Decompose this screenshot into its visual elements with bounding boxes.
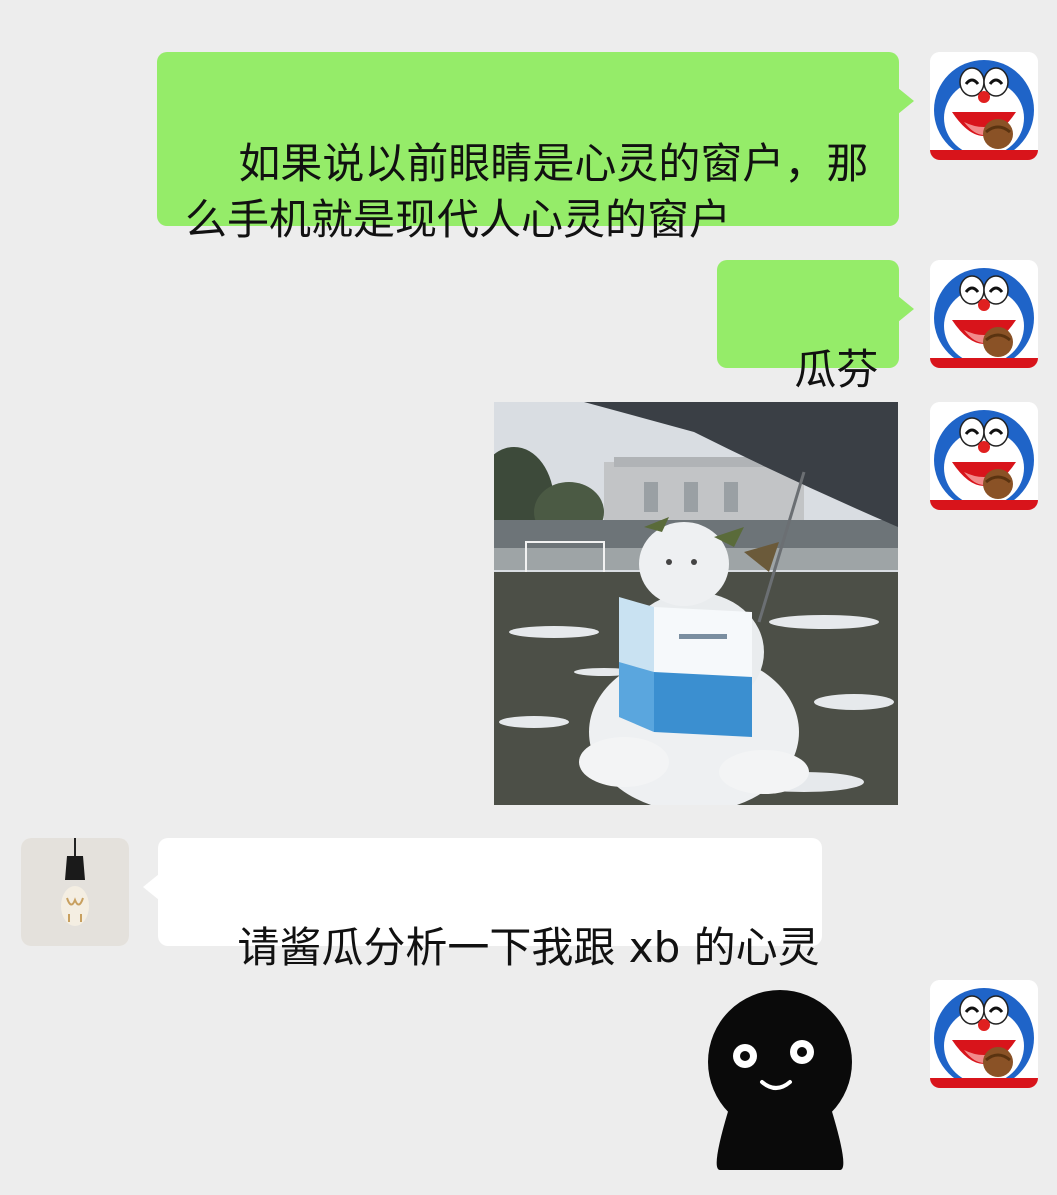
doraemon-icon [930, 402, 1038, 510]
avatar-contact[interactable] [21, 838, 129, 946]
black-blob-smiling-sticker [708, 990, 852, 1170]
snowman-reading-book-photo [494, 402, 898, 805]
lamp-icon [21, 838, 129, 946]
message-bubble-outgoing[interactable]: 瓜芬奇 [717, 260, 914, 450]
doraemon-icon [930, 980, 1038, 1088]
message-text: 如果说以前眼睛是心灵的窗户，那 么手机就是现代人心灵的窗户 [185, 139, 869, 244]
message-text: 请酱瓜分析一下我跟 xb 的心灵 [237, 923, 820, 972]
message-bubble-incoming[interactable]: 请酱瓜分析一下我跟 xb 的心灵 [143, 838, 822, 972]
chat-area: 如果说以前眼睛是心灵的窗户，那 么手机就是现代人心灵的窗户 瓜芬奇 [0, 0, 1057, 1195]
avatar-self[interactable] [930, 402, 1038, 510]
message-bubble-outgoing[interactable]: 如果说以前眼睛是心灵的窗户，那 么手机就是现代人心灵的窗户 [157, 52, 914, 244]
message-image[interactable] [494, 402, 898, 805]
message-sticker[interactable] [690, 990, 870, 1170]
avatar-self[interactable] [930, 52, 1038, 160]
doraemon-icon [930, 52, 1038, 160]
avatar-self[interactable] [930, 980, 1038, 1088]
avatar-self[interactable] [930, 260, 1038, 368]
doraemon-icon [930, 260, 1038, 368]
